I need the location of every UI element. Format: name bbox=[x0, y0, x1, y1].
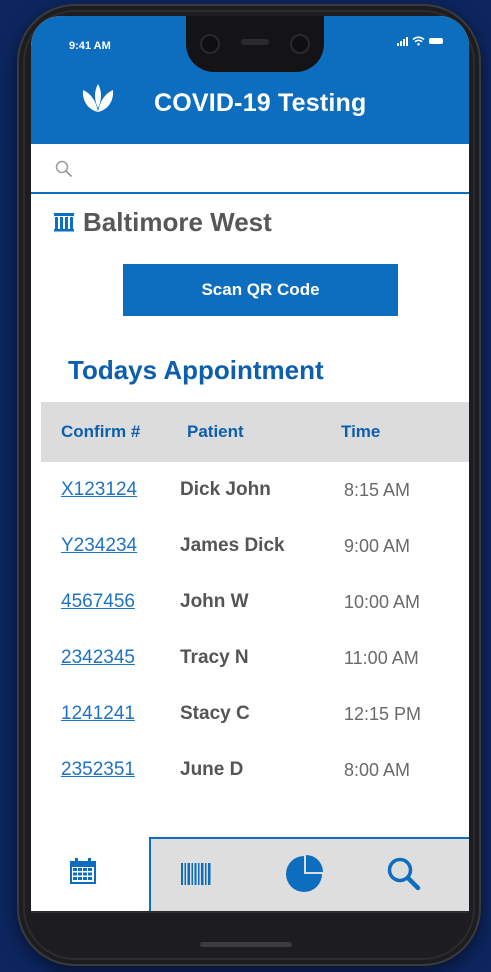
status-icons bbox=[397, 36, 443, 46]
confirm-link[interactable]: Y234234 bbox=[61, 518, 137, 574]
patient-name: James Dick bbox=[180, 535, 285, 556]
table-row[interactable]: 1241241 Stacy C 12:15 PM bbox=[31, 686, 469, 742]
confirm-link[interactable]: 2352351 bbox=[61, 742, 135, 798]
appointment-time: 11:00 AM bbox=[344, 648, 419, 668]
battery-icon bbox=[429, 38, 443, 44]
search-bar bbox=[31, 144, 469, 194]
appointment-time: 8:00 AM bbox=[344, 760, 411, 780]
camera-icon bbox=[200, 34, 220, 54]
appointment-time: 9:00 AM bbox=[344, 536, 411, 556]
camera-notch bbox=[186, 16, 324, 72]
search-input[interactable] bbox=[83, 154, 457, 184]
location-name: Baltimore West bbox=[83, 206, 272, 237]
search-icon[interactable] bbox=[387, 857, 421, 891]
speaker-grille bbox=[241, 39, 269, 45]
appointment-time: 8:15 AM bbox=[344, 480, 411, 500]
table-row[interactable]: 2352351 June D 8:00 AM bbox=[31, 742, 469, 798]
search-icon bbox=[55, 160, 73, 178]
patient-name: John W bbox=[180, 591, 249, 612]
column-header-confirm[interactable]: Confirm # bbox=[61, 422, 140, 442]
nav-item-calendar[interactable] bbox=[31, 837, 149, 911]
patient-name: Dick John bbox=[180, 479, 271, 500]
calendar-icon bbox=[70, 858, 96, 884]
confirm-link[interactable]: 1241241 bbox=[61, 686, 135, 742]
sensor-icon bbox=[290, 34, 310, 54]
appointment-time: 10:00 AM bbox=[344, 592, 421, 612]
column-header-time[interactable]: Time bbox=[341, 422, 380, 442]
table-row[interactable]: 4567456 John W 10:00 AM bbox=[31, 574, 469, 630]
scan-qr-button[interactable]: Scan QR Code bbox=[123, 264, 398, 316]
barcode-icon[interactable] bbox=[181, 863, 211, 885]
patient-name: Tracy N bbox=[180, 647, 249, 668]
patient-name: Stacy C bbox=[180, 703, 250, 724]
confirm-link[interactable]: 2342345 bbox=[61, 630, 135, 686]
status-time: 9:41 AM bbox=[69, 40, 111, 52]
appointment-time: 12:15 PM bbox=[344, 704, 422, 724]
app-header: 9:41 AM COVID-19 Testing bbox=[31, 16, 469, 144]
app-screen: 9:41 AM COVID-19 Testing Baltimore West … bbox=[31, 16, 469, 911]
table-row[interactable]: 2342345 Tracy N 11:00 AM bbox=[31, 630, 469, 686]
column-header-patient[interactable]: Patient bbox=[187, 422, 244, 442]
table-row[interactable]: Y234234 James Dick 9:00 AM bbox=[31, 518, 469, 574]
phone-chin bbox=[31, 911, 469, 913]
pie-chart-icon[interactable] bbox=[285, 855, 323, 893]
patient-name: June D bbox=[180, 759, 244, 780]
confirm-link[interactable]: X123124 bbox=[61, 462, 137, 518]
app-title: COVID-19 Testing bbox=[154, 89, 367, 117]
bottom-nav bbox=[31, 837, 469, 911]
table-header: Confirm # Patient Time bbox=[41, 402, 469, 462]
building-icon bbox=[54, 213, 74, 232]
appointments-title: Todays Appointment bbox=[68, 355, 324, 385]
signal-icon bbox=[397, 36, 408, 46]
home-indicator[interactable] bbox=[200, 942, 292, 947]
nav-group bbox=[149, 837, 469, 911]
confirm-link[interactable]: 4567456 bbox=[61, 574, 135, 630]
table-row[interactable]: X123124 Dick John 8:15 AM bbox=[31, 462, 469, 518]
location-header: Baltimore West bbox=[53, 207, 272, 237]
app-logo-icon bbox=[82, 84, 114, 112]
wifi-icon bbox=[412, 36, 425, 46]
